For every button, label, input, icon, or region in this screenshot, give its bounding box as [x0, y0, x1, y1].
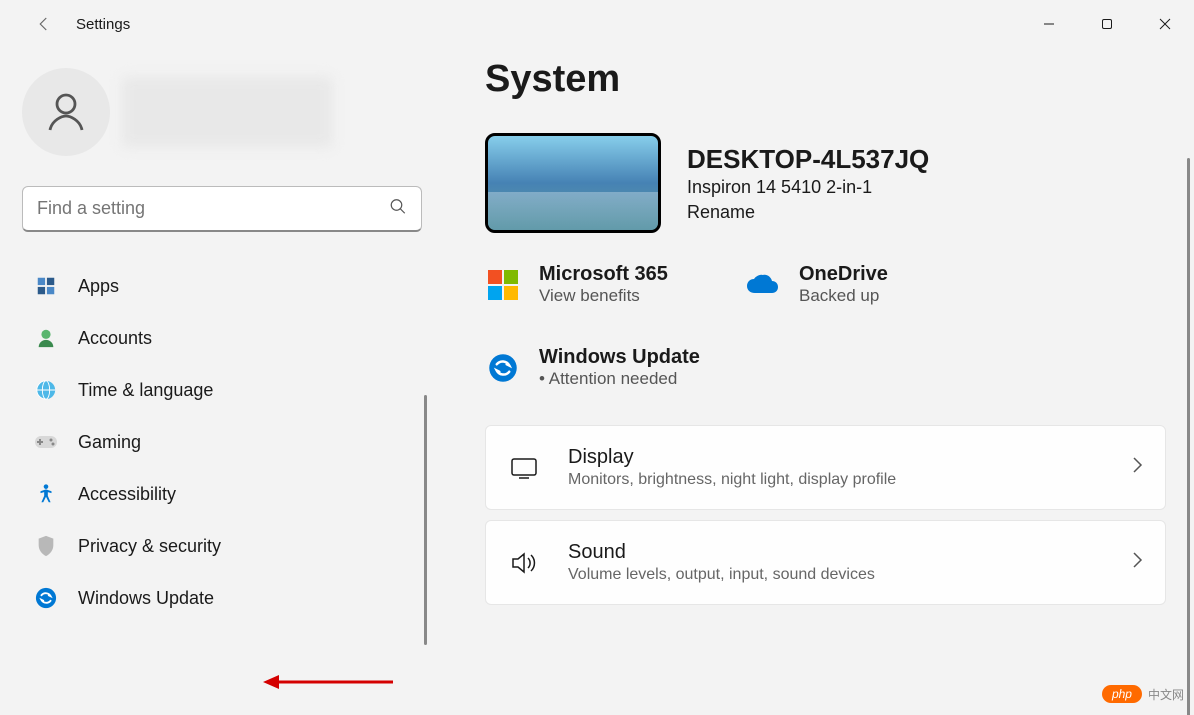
maximize-button[interactable] [1078, 4, 1136, 44]
sidebar-item-label: Gaming [78, 432, 141, 453]
device-wallpaper-thumbnail[interactable] [485, 133, 661, 233]
time-language-icon [34, 378, 58, 402]
microsoft-logo-icon [485, 267, 521, 303]
nav-list: Apps Accounts Time & language [22, 260, 423, 624]
maximize-icon [1101, 18, 1113, 30]
card-sound[interactable]: Sound Volume levels, output, input, soun… [485, 520, 1166, 605]
card-title: Display [568, 446, 1103, 469]
status-title: OneDrive [799, 263, 888, 286]
status-windows-update[interactable]: Windows Update Attention needed [485, 346, 1166, 389]
sidebar-scrollbar[interactable] [424, 395, 427, 645]
sidebar-item-accessibility[interactable]: Accessibility [22, 468, 423, 520]
sidebar-item-label: Apps [78, 276, 119, 297]
display-icon [508, 457, 540, 479]
status-title: Windows Update [539, 346, 700, 369]
accounts-icon [34, 326, 58, 350]
settings-cards: Display Monitors, brightness, night ligh… [485, 425, 1166, 605]
update-icon [34, 586, 58, 610]
close-button[interactable] [1136, 4, 1194, 44]
accessibility-icon [34, 482, 58, 506]
main-content: System DESKTOP-4L537JQ Inspiron 14 5410 … [445, 48, 1194, 715]
watermark-text: 中文网 [1148, 686, 1184, 703]
shield-icon [34, 534, 58, 558]
device-model: Inspiron 14 5410 2-in-1 [687, 177, 929, 198]
profile-info-redacted [122, 77, 332, 147]
device-name: DESKTOP-4L537JQ [687, 144, 929, 175]
avatar [22, 68, 110, 156]
sidebar-item-label: Accounts [78, 328, 152, 349]
minimize-icon [1043, 18, 1055, 30]
status-subtitle: Backed up [799, 286, 888, 306]
device-section: DESKTOP-4L537JQ Inspiron 14 5410 2-in-1 … [485, 133, 1166, 233]
sound-icon [508, 551, 540, 575]
sidebar: Apps Accounts Time & language [0, 48, 445, 715]
status-subtitle: View benefits [539, 286, 668, 306]
sidebar-item-label: Accessibility [78, 484, 176, 505]
sidebar-item-label: Windows Update [78, 588, 214, 609]
status-subtitle: Attention needed [539, 369, 700, 389]
gaming-icon [34, 430, 58, 454]
status-onedrive[interactable]: OneDrive Backed up [745, 263, 945, 306]
window-title: Settings [76, 16, 130, 33]
card-subtitle: Volume levels, output, input, sound devi… [568, 566, 1103, 584]
titlebar: Settings [0, 0, 1194, 48]
close-icon [1159, 18, 1171, 30]
status-title: Microsoft 365 [539, 263, 668, 286]
chevron-right-icon [1131, 551, 1143, 574]
page-title: System [485, 58, 1166, 101]
back-button[interactable] [24, 4, 64, 44]
search-icon [389, 198, 407, 221]
status-microsoft-365[interactable]: Microsoft 365 View benefits [485, 263, 685, 306]
update-icon [485, 350, 521, 386]
search-container [22, 186, 423, 232]
sidebar-item-windows-update[interactable]: Windows Update [22, 572, 423, 624]
card-title: Sound [568, 541, 1103, 564]
sidebar-item-time-language[interactable]: Time & language [22, 364, 423, 416]
back-arrow-icon [35, 15, 53, 33]
card-display[interactable]: Display Monitors, brightness, night ligh… [485, 425, 1166, 510]
chevron-right-icon [1131, 456, 1143, 479]
sidebar-item-label: Privacy & security [78, 536, 221, 557]
apps-icon [34, 274, 58, 298]
sidebar-item-label: Time & language [78, 380, 213, 401]
sidebar-item-apps[interactable]: Apps [22, 260, 423, 312]
card-subtitle: Monitors, brightness, night light, displ… [568, 471, 1103, 489]
sidebar-item-privacy-security[interactable]: Privacy & security [22, 520, 423, 572]
sidebar-item-gaming[interactable]: Gaming [22, 416, 423, 468]
sidebar-item-accounts[interactable]: Accounts [22, 312, 423, 364]
watermark-pill: php [1102, 685, 1142, 703]
search-input[interactable] [22, 186, 422, 232]
window-controls [1020, 4, 1194, 44]
main-scrollbar[interactable] [1187, 158, 1190, 715]
watermark: php 中文网 [1102, 685, 1184, 703]
minimize-button[interactable] [1020, 4, 1078, 44]
onedrive-icon [745, 267, 781, 303]
rename-link[interactable]: Rename [687, 202, 929, 223]
person-icon [42, 88, 90, 136]
profile-section[interactable] [22, 68, 423, 156]
status-grid: Microsoft 365 View benefits OneDrive Bac… [485, 263, 1166, 389]
